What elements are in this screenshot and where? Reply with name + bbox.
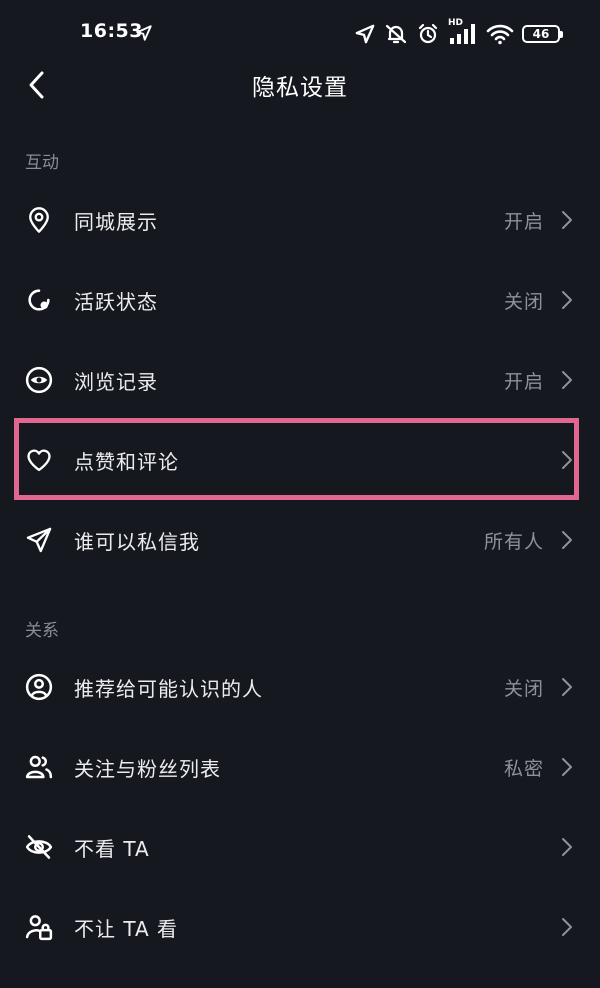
activity-status-icon <box>24 285 54 315</box>
row-value: 关闭 <box>503 290 544 313</box>
row-value: 开启 <box>503 210 544 233</box>
row-hide-my-posts[interactable]: 不让 TA 看 <box>0 887 600 967</box>
chevron-right-icon <box>560 289 574 311</box>
paper-plane-icon <box>24 525 54 555</box>
battery-level: 46 <box>532 27 550 41</box>
alarm-icon <box>418 23 438 44</box>
row-value: 私密 <box>503 757 544 780</box>
location-arrow-icon <box>136 25 152 41</box>
row-active-status[interactable]: 活跃状态 关闭 <box>0 260 600 340</box>
cell-signal: HD <box>448 18 478 46</box>
chevron-right-icon <box>560 369 574 391</box>
row-label: 关注与粉丝列表 <box>74 756 221 781</box>
navigation-icon <box>355 24 375 44</box>
signal-bars-icon <box>450 24 475 44</box>
row-nearby-display[interactable]: 同城展示 开启 <box>0 180 600 260</box>
row-hide-their-posts[interactable]: 不看 TA <box>0 807 600 887</box>
row-value: 关闭 <box>503 677 544 700</box>
row-label: 活跃状态 <box>74 289 158 314</box>
chevron-right-icon <box>560 916 574 938</box>
status-bar: 16:53 HD 46 <box>0 0 600 66</box>
location-pin-icon <box>24 205 54 235</box>
row-likes-and-comments[interactable]: 点赞和评论 <box>0 420 600 500</box>
chevron-right-icon <box>560 449 574 471</box>
page-title: 隐私设置 <box>252 75 348 101</box>
user-circle-icon <box>24 672 54 702</box>
chevron-right-icon <box>560 676 574 698</box>
row-label: 不让 TA 看 <box>74 916 179 941</box>
eye-off-icon <box>24 832 54 862</box>
wifi-icon <box>486 24 514 45</box>
status-icons: HD 46 <box>354 18 563 48</box>
user-lock-icon <box>24 912 54 942</box>
row-label: 不看 TA <box>74 836 150 861</box>
row-label: 谁可以私信我 <box>74 529 200 554</box>
section-header-interaction: 互动 <box>25 153 59 173</box>
row-recommend-to-acquaintances[interactable]: 推荐给可能认识的人 关闭 <box>0 647 600 727</box>
status-time: 16:53 <box>80 20 143 42</box>
users-icon <box>24 752 54 782</box>
chevron-right-icon <box>560 836 574 858</box>
section-header-relationships: 关系 <box>25 621 59 641</box>
row-value: 开启 <box>503 370 544 393</box>
row-label: 浏览记录 <box>74 369 158 394</box>
battery-icon: 46 <box>522 25 563 43</box>
nav-bar: 隐私设置 <box>0 66 600 104</box>
eye-icon <box>24 365 54 395</box>
chevron-right-icon <box>560 529 574 551</box>
row-label: 点赞和评论 <box>74 449 179 474</box>
row-label: 同城展示 <box>74 209 158 234</box>
row-browsing-history[interactable]: 浏览记录 开启 <box>0 340 600 420</box>
row-who-can-message-me[interactable]: 谁可以私信我 所有人 <box>0 500 600 580</box>
chevron-right-icon <box>560 756 574 778</box>
heart-icon <box>24 445 54 475</box>
row-following-and-followers[interactable]: 关注与粉丝列表 私密 <box>0 727 600 807</box>
mute-bell-icon <box>385 24 407 44</box>
row-value: 所有人 <box>483 530 544 553</box>
chevron-right-icon <box>560 209 574 231</box>
row-label: 推荐给可能认识的人 <box>74 676 263 701</box>
